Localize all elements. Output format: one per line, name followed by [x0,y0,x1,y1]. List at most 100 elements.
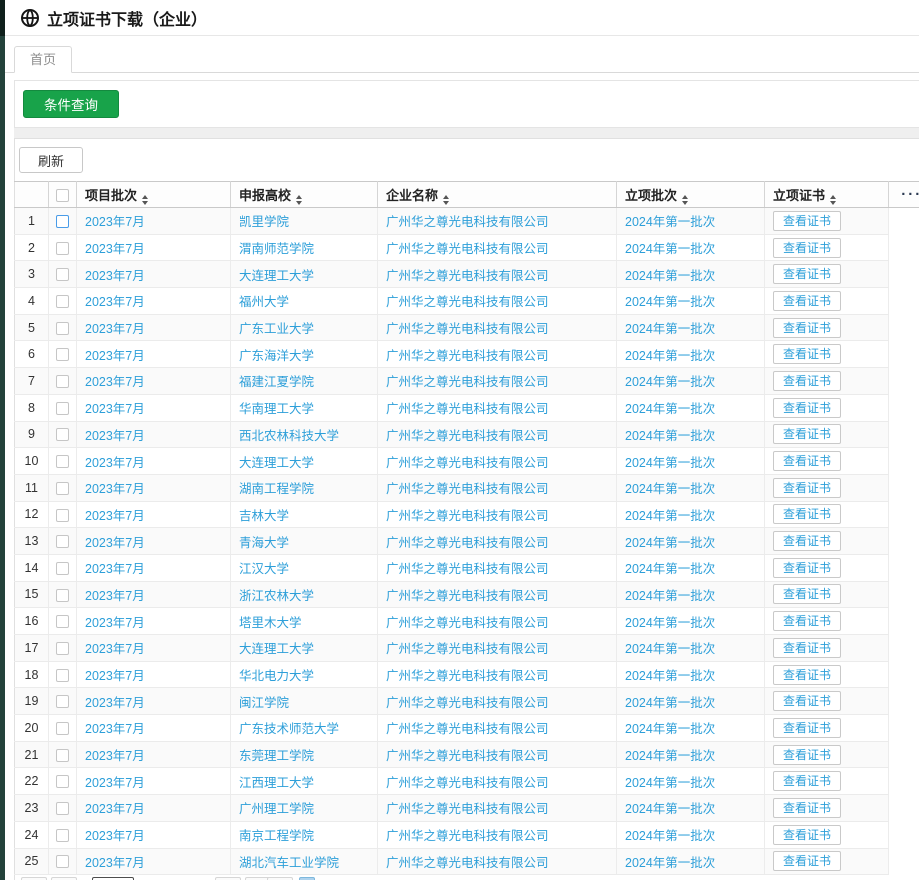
row-checkbox[interactable] [56,402,69,415]
view-certificate-button[interactable]: 查看证书 [773,478,841,498]
view-certificate-button[interactable]: 查看证书 [773,584,841,604]
cell-project-batch: 2023年7月 [77,474,231,501]
row-checkbox[interactable] [56,268,69,281]
view-certificate-button[interactable]: 查看证书 [773,291,841,311]
condition-query-button[interactable]: 条件查询 [23,90,119,118]
view-certificate-button[interactable]: 查看证书 [773,344,841,364]
row-checkbox[interactable] [56,829,69,842]
view-certificate-button[interactable]: 查看证书 [773,371,841,391]
cell-approval-batch: 2024年第一批次 [617,661,765,688]
row-checkbox[interactable] [56,242,69,255]
row-checkbox[interactable] [56,482,69,495]
row-checkbox[interactable] [56,562,69,575]
row-checkbox-cell [49,528,77,555]
cell-university: 江西理工大学 [231,768,378,795]
row-checkbox[interactable] [56,775,69,788]
view-certificate-button[interactable]: 查看证书 [773,745,841,765]
row-checkbox-cell [49,715,77,742]
row-checkbox-cell [49,368,77,395]
row-checkbox[interactable] [56,535,69,548]
cell-company: 广州华之尊光电科技有限公司 [378,768,617,795]
row-checkbox[interactable] [56,749,69,762]
view-certificate-button[interactable]: 查看证书 [773,691,841,711]
view-certificate-button[interactable]: 查看证书 [773,318,841,338]
cell-certificate: 查看证书 [765,715,889,742]
tab-home[interactable]: 首页 [14,46,72,73]
row-checkbox[interactable] [56,722,69,735]
cell-company: 广州华之尊光电科技有限公司 [378,394,617,421]
sort-icon[interactable] [443,195,449,205]
header-certificate[interactable]: 立项证书 [765,182,889,208]
row-checkbox[interactable] [56,215,69,228]
row-checkbox[interactable] [56,615,69,628]
sort-icon[interactable] [830,195,836,205]
header-approval-batch[interactable]: 立项批次 [617,182,765,208]
view-certificate-button[interactable]: 查看证书 [773,558,841,578]
view-certificate-button[interactable]: 查看证书 [773,771,841,791]
cell-certificate: 查看证书 [765,368,889,395]
row-checkbox[interactable] [56,802,69,815]
row-checkbox-cell [49,795,77,822]
row-checkbox[interactable] [56,669,69,682]
cell-certificate: 查看证书 [765,848,889,875]
row-checkbox[interactable] [56,509,69,522]
view-certificate-button[interactable]: 查看证书 [773,211,841,231]
view-certificate-button[interactable]: 查看证书 [773,238,841,258]
select-all-checkbox[interactable] [56,189,69,202]
view-certificate-button[interactable]: 查看证书 [773,611,841,631]
view-certificate-button[interactable]: 查看证书 [773,398,841,418]
cell-certificate: 查看证书 [765,448,889,475]
header-university[interactable]: 申报高校 [231,182,378,208]
sort-icon[interactable] [682,195,688,205]
row-checkbox[interactable] [56,428,69,441]
table-row: 8 2023年7月 华南理工大学 广州华之尊光电科技有限公司 2024年第一批次… [15,394,919,421]
row-checkbox[interactable] [56,295,69,308]
cell-university: 大连理工大学 [231,635,378,662]
cell-company: 广州华之尊光电科技有限公司 [378,421,617,448]
cell-company: 广州华之尊光电科技有限公司 [378,795,617,822]
cell-university: 塔里木大学 [231,608,378,635]
row-checkbox[interactable] [56,855,69,868]
cell-more [889,501,919,528]
view-certificate-button[interactable]: 查看证书 [773,451,841,471]
row-checkbox[interactable] [56,375,69,388]
cell-company: 广州华之尊光电科技有限公司 [378,501,617,528]
table-row: 22 2023年7月 江西理工大学 广州华之尊光电科技有限公司 2024年第一批… [15,768,919,795]
row-index: 11 [15,474,49,501]
cell-more [889,554,919,581]
row-checkbox[interactable] [56,589,69,602]
cell-project-batch: 2023年7月 [77,501,231,528]
row-checkbox[interactable] [56,348,69,361]
cell-approval-batch: 2024年第一批次 [617,741,765,768]
cell-company: 广州华之尊光电科技有限公司 [378,715,617,742]
cell-more [889,661,919,688]
refresh-button[interactable]: 刷新 [19,147,83,173]
view-certificate-button[interactable]: 查看证书 [773,264,841,284]
view-certificate-button[interactable]: 查看证书 [773,504,841,524]
row-checkbox[interactable] [56,695,69,708]
cell-certificate: 查看证书 [765,394,889,421]
view-certificate-button[interactable]: 查看证书 [773,665,841,685]
sort-icon[interactable] [142,195,148,205]
row-checkbox-cell [49,208,77,235]
view-certificate-button[interactable]: 查看证书 [773,798,841,818]
cell-company: 广州华之尊光电科技有限公司 [378,208,617,235]
row-checkbox[interactable] [56,455,69,468]
header-company[interactable]: 企业名称 [378,182,617,208]
cell-company: 广州华之尊光电科技有限公司 [378,448,617,475]
table-header-row: 项目批次 申报高校 企业名称 立项批次 立项证书 ··· [15,182,919,208]
view-certificate-button[interactable]: 查看证书 [773,851,841,871]
view-certificate-button[interactable]: 查看证书 [773,531,841,551]
view-certificate-button[interactable]: 查看证书 [773,424,841,444]
row-checkbox[interactable] [56,322,69,335]
sort-icon[interactable] [296,195,302,205]
header-project-batch[interactable]: 项目批次 [77,182,231,208]
row-index: 5 [15,314,49,341]
cell-university: 广东工业大学 [231,314,378,341]
view-certificate-button[interactable]: 查看证书 [773,718,841,738]
row-checkbox-cell [49,848,77,875]
more-columns-button[interactable]: ··· [889,182,919,208]
view-certificate-button[interactable]: 查看证书 [773,825,841,845]
view-certificate-button[interactable]: 查看证书 [773,638,841,658]
row-checkbox[interactable] [56,642,69,655]
